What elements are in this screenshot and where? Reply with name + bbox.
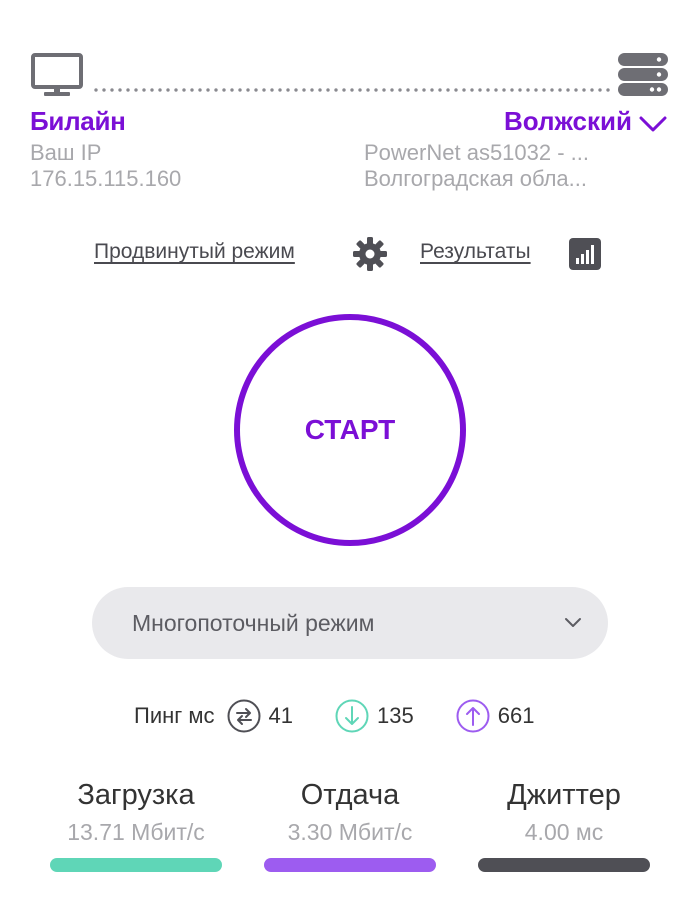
- start-button-label: СТАРТ: [304, 414, 396, 445]
- gear-icon[interactable]: [352, 236, 388, 272]
- ip-label: Ваш IP: [30, 140, 102, 165]
- download-bar: [50, 858, 222, 872]
- jitter-value: 4.00 мс: [524, 819, 604, 845]
- ping-download-value: 135: [377, 703, 414, 728]
- isp-name: Билайн: [30, 106, 126, 136]
- start-button[interactable]: СТАРТ: [234, 314, 466, 546]
- server-icon: [618, 53, 668, 96]
- connection-line: [92, 88, 612, 92]
- upload-value: 3.30 Мбит/с: [287, 819, 413, 845]
- download-value: 13.71 Мбит/с: [67, 819, 205, 845]
- jitter-bar: [478, 858, 650, 872]
- upload-bar: [264, 858, 436, 872]
- download-title: Загрузка: [77, 779, 195, 811]
- server-select[interactable]: Волжский: [504, 106, 668, 137]
- jitter-title: Джиттер: [507, 779, 621, 811]
- server-host: PowerNet as51032 - ...: [364, 140, 590, 165]
- ping-label: Пинг мс: [134, 703, 215, 728]
- results-link[interactable]: Результаты: [420, 240, 531, 264]
- arrow-down-icon: [335, 699, 369, 733]
- advanced-mode-link[interactable]: Продвинутый режим: [94, 240, 295, 264]
- upload-title: Отдача: [300, 779, 400, 811]
- arrow-up-icon: [456, 699, 490, 733]
- ping-row: Пинг мс 41 135 661: [134, 698, 534, 734]
- ip-value: 176.15.115.160: [30, 166, 182, 191]
- upload-metric: Отдача 3.30 Мбит/с: [264, 778, 436, 872]
- mode-select[interactable]: Многопоточный режим: [92, 587, 608, 659]
- chevron-down-icon: [639, 116, 667, 131]
- mode-select-value: Многопоточный режим: [132, 609, 375, 636]
- download-metric: Загрузка 13.71 Мбит/с: [50, 778, 222, 872]
- ping-idle-value: 41: [268, 703, 293, 728]
- bar-chart-icon[interactable]: [569, 238, 601, 270]
- monitor-icon: [31, 53, 83, 96]
- swap-arrows-icon: [227, 699, 261, 733]
- jitter-metric: Джиттер 4.00 мс: [478, 778, 650, 872]
- server-region: Волгоградская обла...: [364, 166, 587, 191]
- server-name: Волжский: [503, 106, 632, 136]
- ping-upload-value: 661: [497, 703, 535, 728]
- chevron-down-icon: [565, 618, 581, 627]
